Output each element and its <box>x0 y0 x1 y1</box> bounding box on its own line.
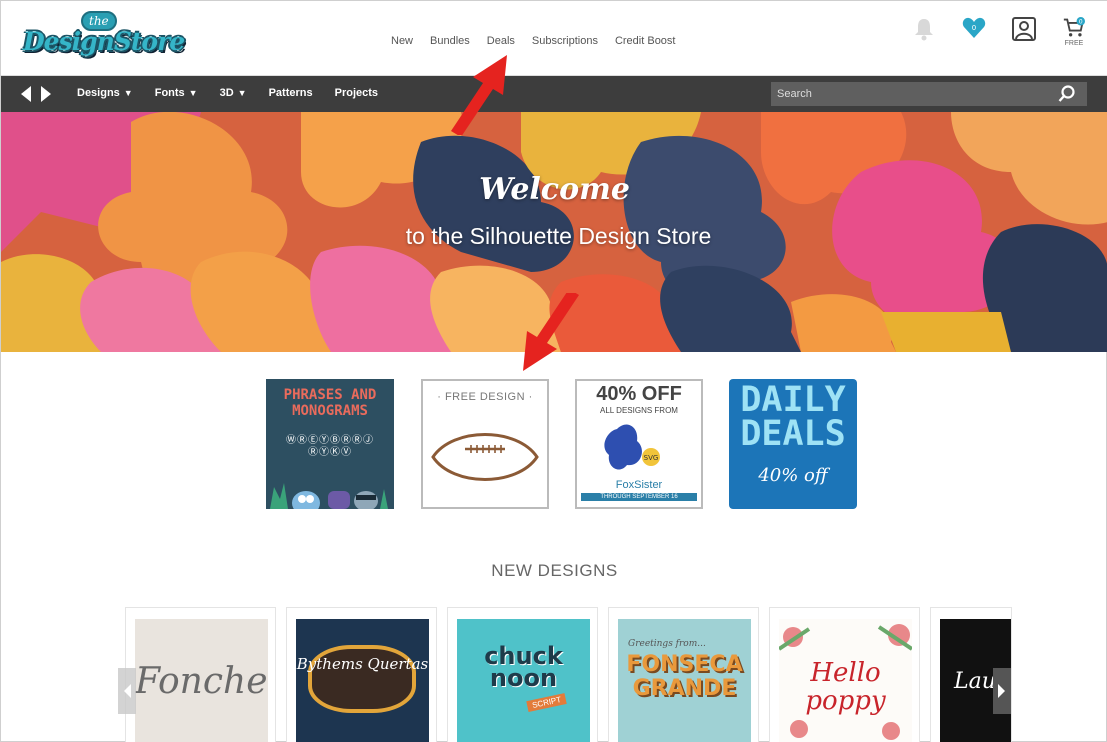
svg-text:SVG: SVG <box>644 454 659 462</box>
top-header: the DesignStore New Bundles Deals Subscr… <box>1 1 1107 76</box>
promo-sale-sub: ALL DESIGNS FROM <box>600 406 678 415</box>
nav-bundles[interactable]: Bundles <box>430 35 470 47</box>
design-store-logo[interactable]: the DesignStore <box>23 11 185 63</box>
promo-phrases-monograms[interactable]: PHRASES AND MONOGRAMS ⓌⓇⒺⓎⒷⓇⓇⒿ ⓇⓎⓀⓋ <box>266 379 394 509</box>
foxsister-logo-icon: SVG <box>604 424 660 470</box>
top-nav: New Bundles Deals Subscriptions Credit B… <box>391 35 675 47</box>
design-thumbnail: Hello poppy <box>779 619 912 742</box>
promo-free-design[interactable]: · FREE DESIGN · <box>421 379 549 509</box>
monsters-illustration <box>270 483 388 509</box>
design-card-text: Bythems Quertas <box>296 655 429 673</box>
promo-sale-through: THROUGH SEPTEMBER 16 <box>581 493 697 501</box>
carousel-next-button[interactable] <box>993 668 1011 714</box>
category-navbar: Designs ▼ Fonts ▼ 3D ▼ Patterns Projects <box>1 76 1107 112</box>
design-card[interactable]: chuck noon SCRIPT <box>447 607 598 742</box>
header-icons: 0 0 FREE <box>910 17 1088 47</box>
promo-phrases-title1: PHRASES AND <box>283 387 377 403</box>
promo-foxsister-sale[interactable]: 40% OFF ALL DESIGNS FROM SVG FoxSister T… <box>575 379 703 509</box>
bell-icon[interactable] <box>910 17 938 47</box>
chevron-down-icon: ▼ <box>188 88 198 98</box>
carousel-prev-button[interactable] <box>118 668 136 714</box>
chevron-down-icon: ▼ <box>123 88 133 98</box>
nav-credit-boost[interactable]: Credit Boost <box>615 35 676 47</box>
search-icon[interactable] <box>1058 85 1076 108</box>
design-card-text: FONSECA GRANDE <box>626 652 743 701</box>
menu-3d-label: 3D <box>219 87 234 99</box>
nav-subscriptions[interactable]: Subscriptions <box>532 35 598 47</box>
nav-new[interactable]: New <box>391 35 413 47</box>
forward-arrow-icon[interactable] <box>39 85 53 108</box>
red-arrow-icon <box>441 53 511 140</box>
nav-deals[interactable]: Deals <box>487 35 515 47</box>
design-card-small-text: Greetings from... <box>628 639 706 649</box>
chevron-down-icon: ▼ <box>237 88 247 98</box>
design-card[interactable]: Greetings from... FONSECA GRANDE <box>608 607 759 742</box>
logo-text: DesignStore <box>23 27 185 56</box>
menu-patterns-label: Patterns <box>268 87 313 99</box>
promo-sale-title: 40% OFF <box>596 383 682 405</box>
design-card[interactable]: Foncher <box>125 607 276 742</box>
chevron-right-icon <box>998 684 1005 698</box>
red-arrow-icon <box>519 289 589 380</box>
menu-designs[interactable]: Designs ▼ <box>77 87 133 99</box>
promo-phrases-sample2: ⓇⓎⓀⓋ <box>308 447 352 458</box>
chevron-left-icon <box>124 684 131 698</box>
design-thumbnail: Foncher <box>135 619 268 742</box>
promo-phrases-title2: MONOGRAMS <box>292 403 368 419</box>
svg-text:0: 0 <box>1079 19 1083 25</box>
promo-phrases-sample1: ⓌⓇⒺⓎⒷⓇⓇⒿ <box>286 435 374 446</box>
design-card[interactable]: Bythems Quertas <box>286 607 437 742</box>
svg-text:0: 0 <box>972 24 976 32</box>
design-card-tag: SCRIPT <box>526 693 568 712</box>
promo-free-title: · FREE DESIGN · <box>437 391 533 403</box>
promo-daily-sub: 40% off <box>758 465 828 486</box>
football-icon <box>431 433 539 481</box>
new-designs-heading: NEW DESIGNS <box>491 561 618 580</box>
design-card-text: Foncher <box>135 661 268 702</box>
design-card[interactable]: Hello poppy <box>769 607 920 742</box>
design-card-text: chuck noon <box>484 642 563 692</box>
menu-fonts[interactable]: Fonts ▼ <box>155 87 198 99</box>
menu-designs-label: Designs <box>77 87 120 99</box>
banner-subtitle: to the Silhouette Design Store <box>405 223 712 249</box>
promo-daily-deals[interactable]: DAILY DEALS 40% off <box>729 379 857 509</box>
menu-projects-label: Projects <box>334 87 379 99</box>
account-icon[interactable] <box>1010 17 1038 47</box>
history-arrows <box>19 85 53 108</box>
promo-daily-title: DAILY DEALS <box>740 380 846 454</box>
menu-projects[interactable]: Projects <box>335 87 378 99</box>
cart-free-label: FREE <box>1064 40 1084 47</box>
menu-patterns[interactable]: Patterns <box>269 87 313 99</box>
back-arrow-icon[interactable] <box>19 85 33 108</box>
banner-title: Welcome <box>479 172 630 207</box>
search-input[interactable] <box>771 82 1087 106</box>
menu-fonts-label: Fonts <box>154 87 185 99</box>
design-thumbnail: Greetings from... FONSECA GRANDE <box>618 619 751 742</box>
design-thumbnail: Bythems Quertas <box>296 619 429 742</box>
heart-icon[interactable]: 0 <box>960 17 988 47</box>
cart-icon[interactable]: 0 FREE <box>1060 17 1088 47</box>
design-card-text: Hello poppy <box>805 658 886 716</box>
design-thumbnail: chuck noon SCRIPT <box>457 619 590 742</box>
category-menu: Designs ▼ Fonts ▼ 3D ▼ Patterns Projects <box>77 87 378 99</box>
menu-3d[interactable]: 3D ▼ <box>220 87 247 99</box>
promo-sale-brand: FoxSister <box>615 479 663 491</box>
